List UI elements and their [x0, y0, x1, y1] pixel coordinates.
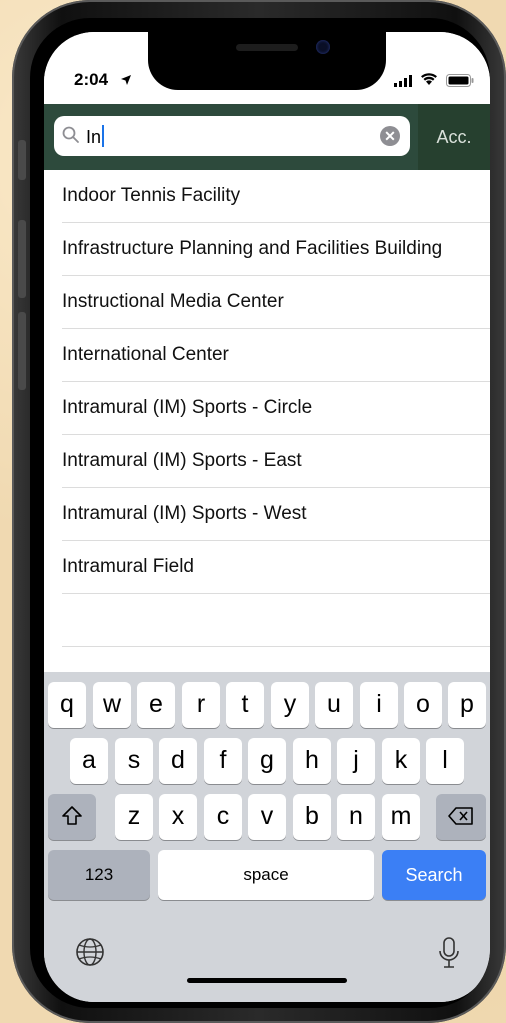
microphone-icon[interactable]	[438, 936, 460, 970]
search-icon	[62, 126, 79, 143]
key-d[interactable]: d	[159, 738, 197, 784]
status-bar: 2:04	[44, 32, 490, 104]
shift-arrow-icon	[62, 806, 82, 825]
key-q[interactable]: q	[48, 682, 86, 728]
volume-up-button	[18, 220, 26, 298]
globe-icon[interactable]	[74, 936, 106, 968]
space-key[interactable]: space	[158, 850, 374, 900]
keyboard-row-2: a s d f g h j k l	[44, 738, 490, 784]
cellular-signal-icon	[394, 75, 412, 87]
key-n[interactable]: n	[337, 794, 375, 840]
key-i[interactable]: i	[360, 682, 398, 728]
keyboard-row-1: q w e r t y u i o p	[44, 682, 490, 728]
wifi-icon	[421, 73, 437, 85]
key-x[interactable]: x	[159, 794, 197, 840]
keyboard-row-3: z x c v b n m	[44, 794, 490, 840]
list-item[interactable]: Intramural (IM) Sports - Circle	[62, 382, 490, 435]
list-item[interactable]: Indoor Tennis Facility	[62, 170, 490, 223]
list-item[interactable]: Intramural (IM) Sports - West	[62, 488, 490, 541]
key-t[interactable]: t	[226, 682, 264, 728]
backspace-icon	[448, 807, 473, 825]
list-item[interactable]: Instructional Media Center	[62, 276, 490, 329]
key-g[interactable]: g	[248, 738, 286, 784]
mute-switch	[18, 140, 26, 180]
key-b[interactable]: b	[293, 794, 331, 840]
speaker	[236, 44, 298, 51]
empty-list-row	[62, 594, 490, 647]
search-results-list: Indoor Tennis Facility Infrastructure Pl…	[44, 170, 490, 647]
key-f[interactable]: f	[204, 738, 242, 784]
clear-search-button[interactable]: ✕	[380, 126, 400, 146]
key-s[interactable]: s	[115, 738, 153, 784]
phone-bezel: 2:04 In ✕ Acc. Indoor Tennis Facility In…	[30, 18, 490, 1008]
home-indicator[interactable]	[187, 978, 347, 983]
list-item[interactable]: Intramural Field	[62, 541, 490, 594]
screen: 2:04 In ✕ Acc. Indoor Tennis Facility In…	[44, 32, 490, 1002]
list-item[interactable]: International Center	[62, 329, 490, 382]
search-input-value: In	[86, 125, 105, 148]
accessory-button[interactable]: Acc.	[418, 104, 490, 170]
list-item[interactable]: Intramural (IM) Sports - East	[62, 435, 490, 488]
numbers-key[interactable]: 123	[48, 850, 150, 900]
key-o[interactable]: o	[404, 682, 442, 728]
key-u[interactable]: u	[315, 682, 353, 728]
search-bar: In ✕ Acc.	[44, 104, 490, 170]
battery-icon	[446, 74, 474, 87]
key-y[interactable]: y	[271, 682, 309, 728]
key-k[interactable]: k	[382, 738, 420, 784]
location-arrow-icon	[121, 75, 131, 85]
camera	[316, 40, 330, 54]
list-item[interactable]: Infrastructure Planning and Facilities B…	[62, 223, 490, 276]
key-w[interactable]: w	[93, 682, 131, 728]
shift-key[interactable]	[48, 794, 96, 840]
keyboard-row-4: 123 space Search	[44, 850, 490, 900]
volume-down-button	[18, 312, 26, 390]
text-cursor	[102, 125, 105, 147]
key-v[interactable]: v	[248, 794, 286, 840]
key-c[interactable]: c	[204, 794, 242, 840]
key-m[interactable]: m	[382, 794, 420, 840]
key-z[interactable]: z	[115, 794, 153, 840]
key-j[interactable]: j	[337, 738, 375, 784]
key-l[interactable]: l	[426, 738, 464, 784]
key-a[interactable]: a	[70, 738, 108, 784]
search-key[interactable]: Search	[382, 850, 486, 900]
key-h[interactable]: h	[293, 738, 331, 784]
key-p[interactable]: p	[448, 682, 486, 728]
key-e[interactable]: e	[137, 682, 175, 728]
notch	[148, 32, 386, 90]
keyboard: q w e r t y u i o p a s d f g h j k l z …	[44, 672, 490, 1002]
backspace-key[interactable]	[436, 794, 486, 840]
clock: 2:04	[74, 70, 109, 89]
search-input[interactable]: In ✕	[54, 116, 410, 156]
key-r[interactable]: r	[182, 682, 220, 728]
